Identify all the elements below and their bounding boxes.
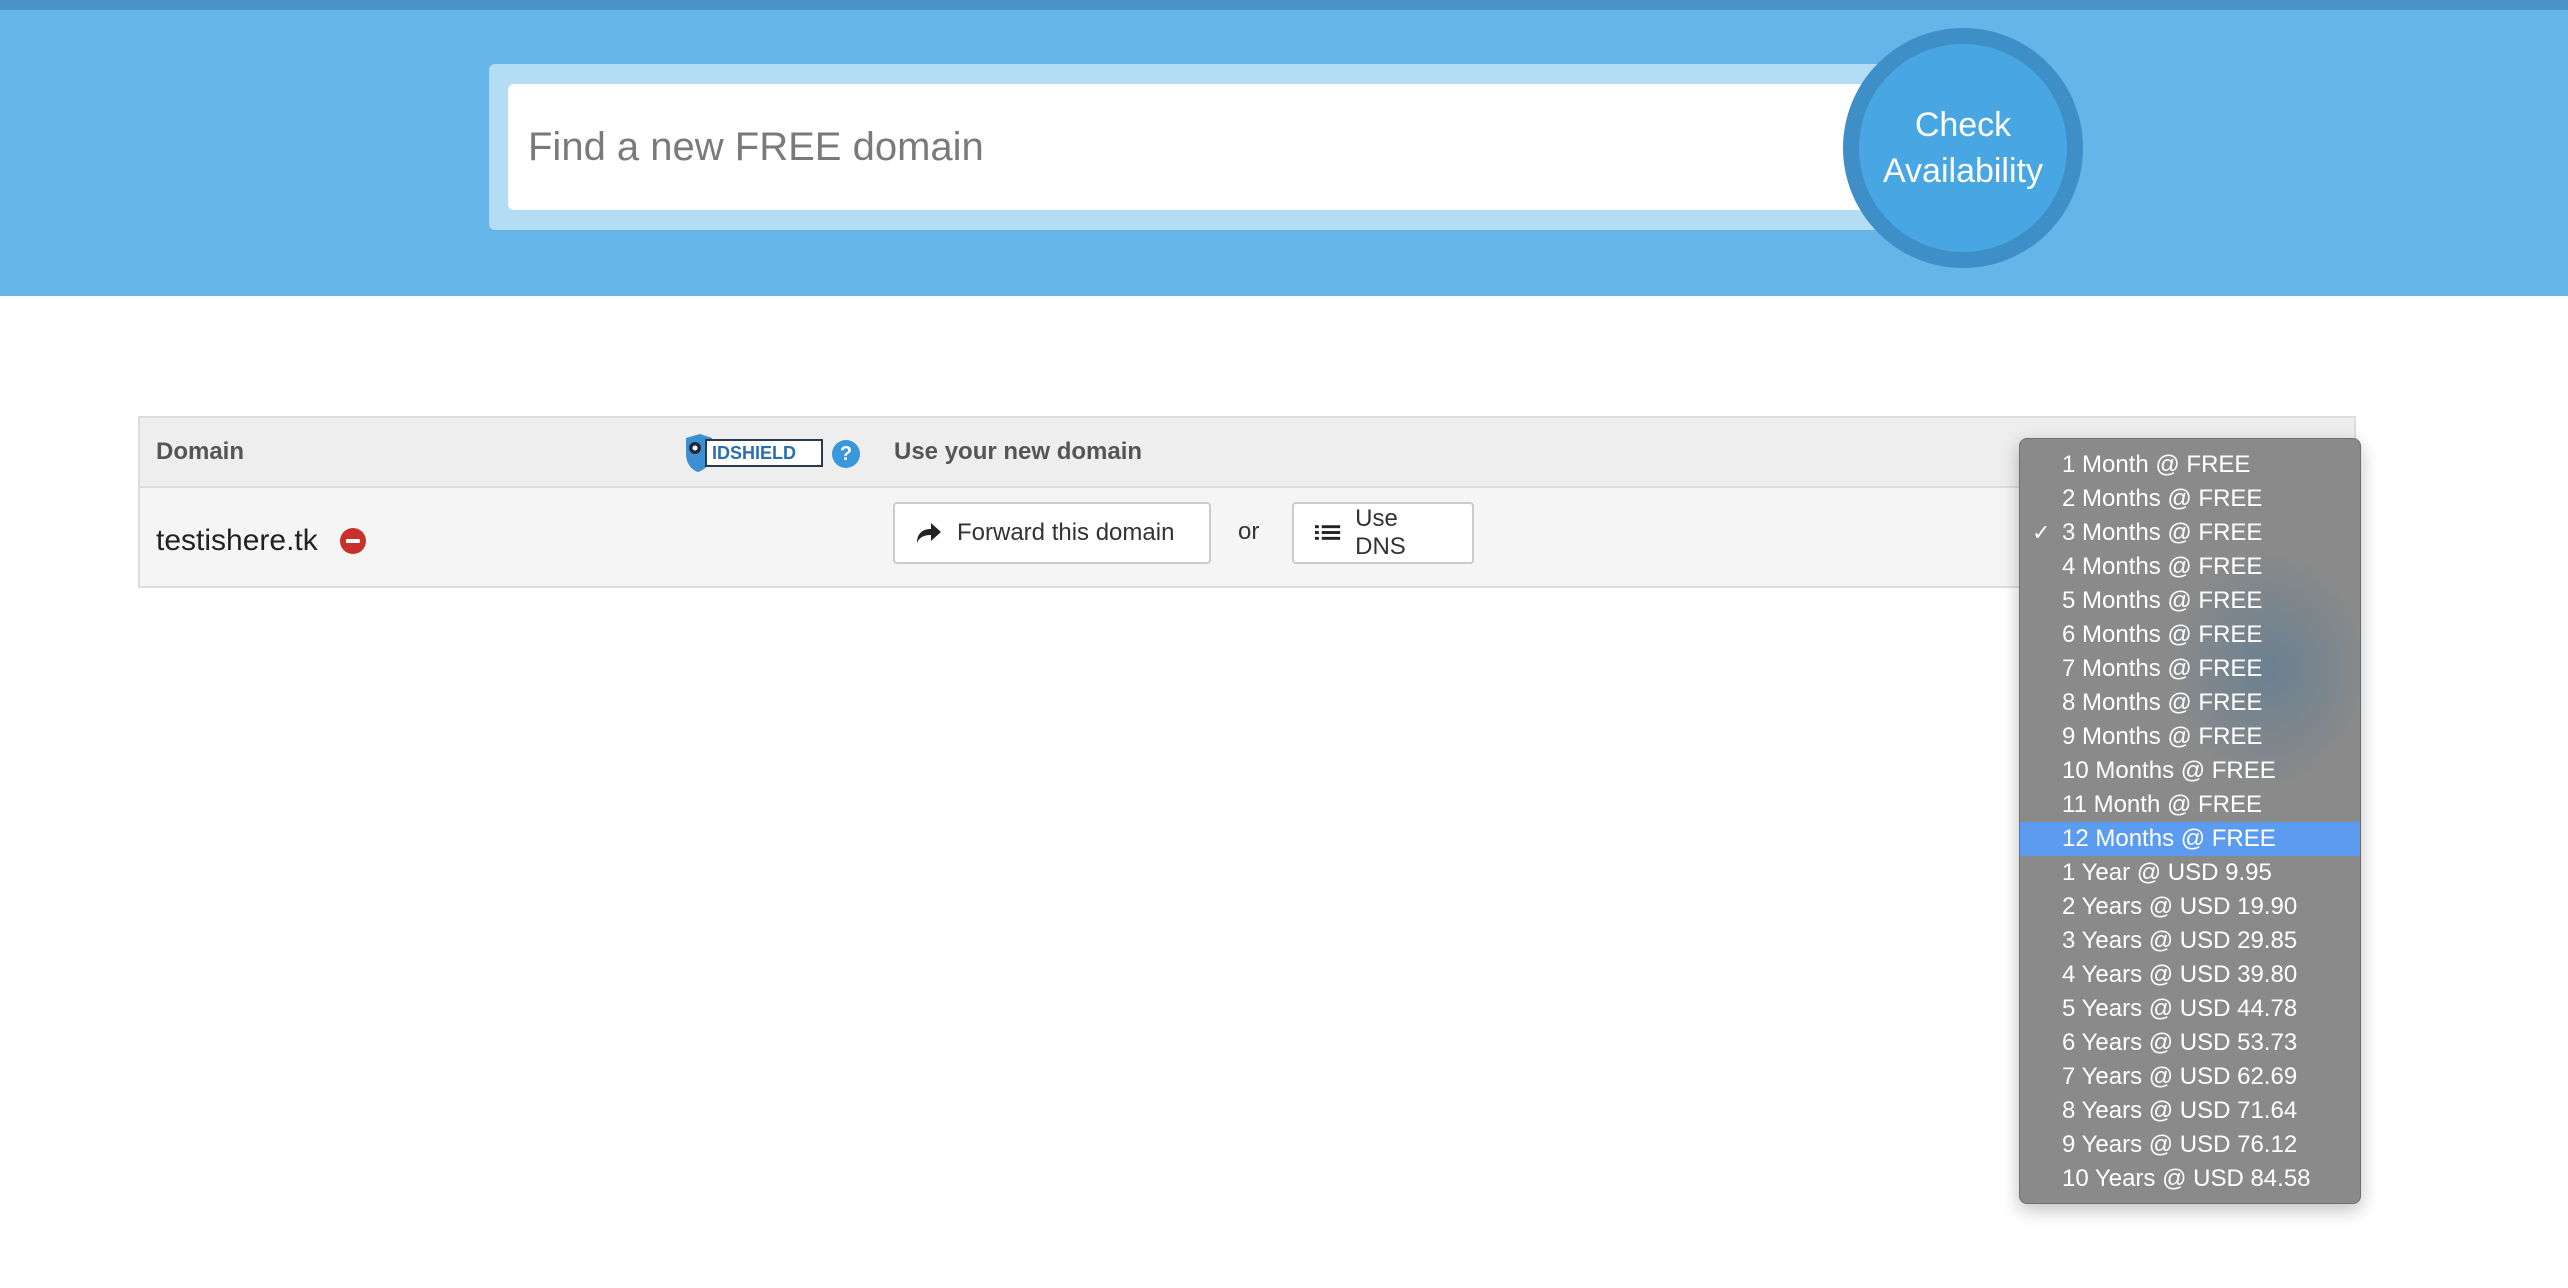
- dropdown-option-label: 2 Years @ USD 19.90: [2062, 893, 2298, 920]
- dropdown-option[interactable]: 1 Year @ USD 9.95: [2020, 856, 2360, 890]
- share-arrow-icon: [917, 523, 941, 543]
- help-icon[interactable]: ?: [832, 440, 860, 468]
- dropdown-option-label: 5 Months @ FREE: [2062, 587, 2263, 614]
- dropdown-option[interactable]: 9 Years @ USD 76.12: [2020, 1128, 2360, 1162]
- dropdown-option[interactable]: 2 Years @ USD 19.90: [2020, 890, 2360, 924]
- dropdown-option-label: 8 Years @ USD 71.64: [2062, 1097, 2298, 1124]
- use-domain-column-header: Use your new domain: [894, 438, 1143, 465]
- dropdown-option[interactable]: 11 Month @ FREE: [2020, 788, 2360, 822]
- dropdown-option-label: 3 Years @ USD 29.85: [2062, 927, 2298, 954]
- dropdown-option-label: 7 Years @ USD 62.69: [2062, 1063, 2298, 1090]
- dropdown-option-label: 6 Years @ USD 53.73: [2062, 1029, 2298, 1056]
- registration-period-dropdown[interactable]: 1 Month @ FREE 2 Months @ FREE ✓ 3 Months @…: [2019, 438, 2361, 1204]
- dropdown-option[interactable]: 2 Months @ FREE: [2020, 482, 2360, 516]
- forward-domain-label: Forward this domain: [957, 519, 1175, 546]
- use-dns-label: Use DNS: [1355, 505, 1406, 560]
- dropdown-option-label: 7 Months @ FREE: [2062, 655, 2263, 682]
- dropdown-option[interactable]: 8 Years @ USD 71.64: [2020, 1094, 2360, 1128]
- check-availability-label: Check Availability: [1882, 106, 2043, 190]
- or-separator: or: [1238, 518, 1260, 545]
- dropdown-option-label: 4 Years @ USD 39.80: [2062, 961, 2298, 988]
- dropdown-option-label: 9 Months @ FREE: [2062, 723, 2263, 750]
- dropdown-option-label: 6 Months @ FREE: [2062, 621, 2263, 648]
- dropdown-option-label: 11 Month @ FREE: [2062, 791, 2262, 818]
- dropdown-option-label: 1 Month @ FREE: [2062, 451, 2251, 478]
- idshield-logo-text: IDSHIELD: [712, 443, 796, 463]
- domain-search-input[interactable]: [508, 84, 1888, 210]
- dropdown-option[interactable]: 9 Months @ FREE: [2020, 720, 2360, 754]
- dropdown-option[interactable]: 10 Months @ FREE: [2020, 754, 2360, 788]
- dropdown-option[interactable]: 7 Months @ FREE: [2020, 652, 2360, 686]
- dropdown-option-label: 1 Year @ USD 9.95: [2062, 859, 2272, 886]
- dropdown-option[interactable]: 4 Months @ FREE: [2020, 550, 2360, 584]
- dropdown-option-label: 8 Months @ FREE: [2062, 689, 2263, 716]
- check-availability-button[interactable]: Check Availability: [1843, 28, 2083, 268]
- list-icon: [1314, 525, 1341, 540]
- dropdown-option-label: 12 Months @ FREE: [2062, 825, 2276, 852]
- dropdown-option[interactable]: 5 Years @ USD 44.78: [2020, 992, 2360, 1026]
- dropdown-option[interactable]: 7 Years @ USD 62.69: [2020, 1060, 2360, 1094]
- idshield-logo: IDSHIELD: [686, 434, 823, 472]
- dropdown-option[interactable]: 6 Years @ USD 53.73: [2020, 1026, 2360, 1060]
- dropdown-option-label: 3 Months @ FREE: [2062, 519, 2263, 546]
- forward-domain-button[interactable]: Forward this domain: [893, 502, 1211, 564]
- domain-column-header: Domain: [156, 438, 245, 465]
- dropdown-option[interactable]: 5 Months @ FREE: [2020, 584, 2360, 618]
- checkmark-icon: ✓: [2032, 520, 2051, 545]
- dropdown-option[interactable]: 12 Months @ FREE: [2020, 822, 2360, 856]
- dropdown-option-label: 5 Years @ USD 44.78: [2062, 995, 2298, 1022]
- dropdown-option-label: 4 Months @ FREE: [2062, 553, 2263, 580]
- dropdown-option-label: 9 Years @ USD 76.12: [2062, 1131, 2298, 1158]
- dropdown-option[interactable]: 4 Years @ USD 39.80: [2020, 958, 2360, 992]
- dropdown-option-label: 10 Years @ USD 84.58: [2062, 1165, 2311, 1192]
- dropdown-option[interactable]: 3 Years @ USD 29.85: [2020, 924, 2360, 958]
- domain-name-cell: testishere.tk: [156, 524, 318, 557]
- dropdown-option[interactable]: 10 Years @ USD 84.58: [2020, 1162, 2360, 1196]
- use-dns-button[interactable]: Use DNS: [1292, 502, 1474, 564]
- remove-domain-icon[interactable]: [340, 528, 366, 554]
- dropdown-option[interactable]: ✓ 3 Months @ FREE: [2020, 516, 2360, 550]
- dropdown-option-label: 10 Months @ FREE: [2062, 757, 2276, 784]
- dropdown-option[interactable]: 1 Month @ FREE: [2020, 448, 2360, 482]
- dropdown-option[interactable]: 8 Months @ FREE: [2020, 686, 2360, 720]
- dropdown-option-label: 2 Months @ FREE: [2062, 485, 2263, 512]
- top-accent-bar: [0, 0, 2568, 10]
- dropdown-option[interactable]: 6 Months @ FREE: [2020, 618, 2360, 652]
